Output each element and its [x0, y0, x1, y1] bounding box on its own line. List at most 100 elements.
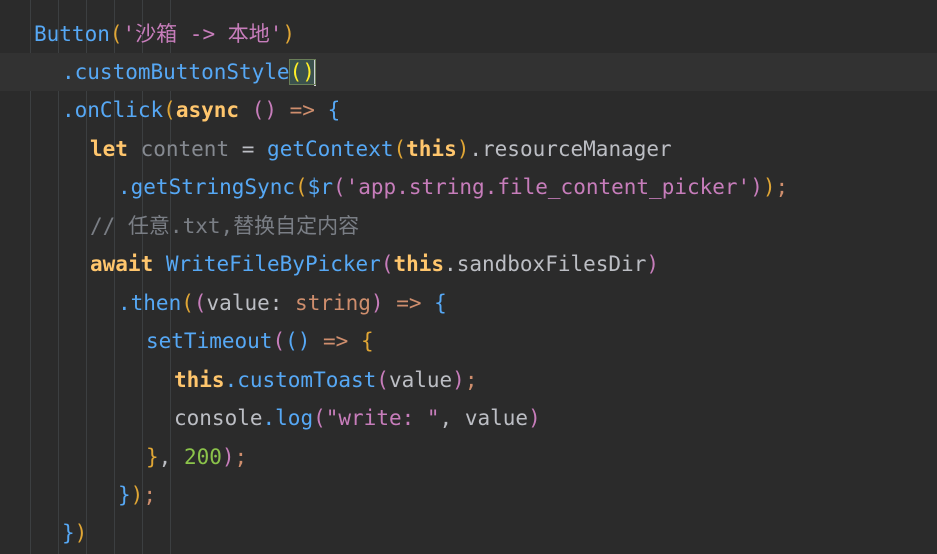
code-text: .getStringSync($r('app.string.file_conte…: [118, 168, 788, 206]
code-token: console: [174, 406, 263, 430]
code-token: ): [130, 483, 144, 507]
code-line[interactable]: }): [0, 514, 937, 552]
code-token: content: [140, 137, 230, 161]
code-token: (: [393, 137, 407, 161]
code-token: (: [109, 22, 123, 46]
code-token: value: [464, 406, 529, 430]
code-token: string: [295, 291, 371, 315]
code-token: (: [193, 291, 207, 315]
code-token: 200: [183, 445, 222, 469]
code-text: });: [118, 476, 156, 514]
code-token: .then: [118, 291, 182, 315]
code-text: .onClick(async () => {: [62, 91, 340, 129]
code-token: ): [370, 291, 384, 315]
code-token: Button: [34, 22, 110, 46]
code-token: (: [332, 175, 346, 199]
code-line[interactable]: // 任意.txt,替换自定内容: [0, 207, 937, 245]
code-token: '沙箱 -> 本地': [122, 22, 283, 46]
code-token: (: [163, 98, 176, 122]
code-token: ): [750, 175, 763, 199]
code-token: ;: [234, 445, 248, 469]
code-line[interactable]: let content = getContext(this).resourceM…: [0, 130, 937, 168]
code-token: .customToast: [224, 368, 377, 392]
code-text: // 任意.txt,替换自定内容: [90, 207, 359, 245]
code-token: =: [229, 137, 268, 161]
code-token: ;: [775, 175, 789, 199]
code-editor[interactable]: Button('沙箱 -> 本地') .customButtonStyle() .o…: [0, 0, 937, 554]
code-line[interactable]: await WriteFileByPicker(this.sandboxFile…: [0, 245, 937, 283]
code-token: ;: [143, 483, 156, 507]
code-token: .log: [262, 406, 314, 430]
code-token: .getStringSync: [118, 175, 296, 199]
code-token: =>: [310, 329, 361, 353]
code-text: }): [62, 514, 87, 552]
code-token: ;: [464, 368, 478, 392]
code-text: this.customToast(value);: [174, 361, 477, 399]
code-token: let: [90, 137, 128, 161]
code-token: value: [206, 291, 270, 315]
code-token: // 任意.txt,替换自定内容: [90, 214, 360, 238]
code-text: let content = getContext(this).resourceM…: [90, 130, 672, 168]
code-text: setTimeout(() => {: [146, 322, 374, 360]
code-token: 'app.string.file_content_picker': [345, 175, 751, 199]
code-token: .sandboxFilesDir: [444, 252, 647, 276]
code-token: await: [90, 252, 154, 276]
code-token: }: [62, 521, 75, 545]
code-line[interactable]: .customButtonStyle(): [0, 53, 937, 91]
code-token: ): [646, 252, 659, 276]
code-token: getContext: [267, 137, 394, 161]
code-line[interactable]: console.log("write: ", value): [0, 399, 937, 437]
code-token: "write: ": [325, 406, 440, 430]
code-line[interactable]: Button('沙箱 -> 本地'): [0, 15, 937, 53]
code-token: ): [456, 137, 470, 161]
code-token: :: [269, 291, 296, 315]
code-token: value: [388, 368, 453, 392]
code-token: }: [146, 445, 159, 469]
code-token: (: [313, 406, 326, 430]
code-token: this: [406, 137, 457, 161]
code-text: }, 200);: [146, 438, 247, 476]
code-token: (: [272, 329, 286, 353]
code-token: (: [295, 175, 308, 199]
code-token: }: [118, 483, 131, 507]
code-token: ): [528, 406, 541, 430]
code-text: Button('沙箱 -> 本地'): [34, 15, 295, 53]
code-token: (): [285, 329, 311, 353]
code-token: this: [174, 368, 225, 392]
code-line[interactable]: .onClick(async () => {: [0, 91, 937, 129]
code-token: {: [434, 291, 447, 315]
text-caret: [313, 60, 316, 86]
code-token: setTimeout: [146, 329, 273, 353]
code-text: .then((value: string) => {: [118, 284, 447, 322]
code-token: ,: [439, 406, 465, 430]
code-line[interactable]: .then((value: string) => {: [0, 284, 937, 322]
code-token: ): [282, 22, 296, 46]
code-token: .customButtonStyle: [62, 60, 290, 84]
code-token: =>: [383, 291, 435, 315]
code-token: async: [175, 98, 240, 122]
code-token: ,: [158, 445, 184, 469]
code-token: ): [452, 368, 465, 392]
code-token: this: [393, 252, 445, 276]
code-line[interactable]: .getStringSync($r('app.string.file_conte…: [0, 168, 937, 206]
code-text: .customButtonStyle(): [62, 53, 316, 91]
code-token: ): [74, 521, 88, 545]
code-token: ): [762, 175, 776, 199]
code-token: WriteFileByPicker: [165, 252, 381, 276]
code-token: {: [360, 329, 374, 353]
code-token: $r: [307, 175, 333, 199]
code-token: (: [376, 368, 389, 392]
code-text: console.log("write: ", value): [174, 399, 541, 437]
code-line[interactable]: }, 200);: [0, 438, 937, 476]
code-token: {: [327, 98, 341, 122]
code-token: (: [380, 252, 394, 276]
code-token: .resourceManager: [469, 137, 672, 161]
code-token: (: [181, 291, 194, 315]
code-line[interactable]: });: [0, 476, 937, 514]
code-token: (): [288, 59, 316, 85]
code-line[interactable]: setTimeout(() => {: [0, 322, 937, 360]
code-line[interactable]: this.customToast(value);: [0, 361, 937, 399]
